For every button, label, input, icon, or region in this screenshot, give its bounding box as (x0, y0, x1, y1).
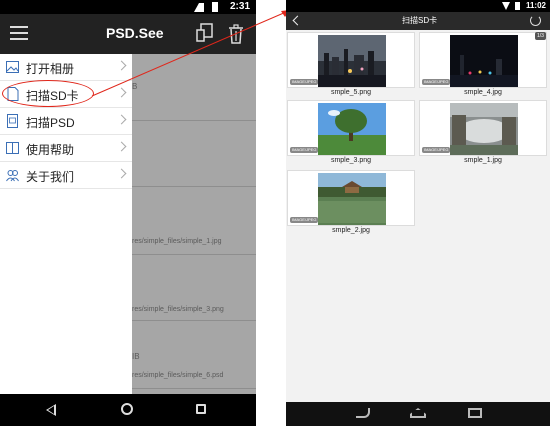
thumbnail-lake-pavilion (318, 173, 386, 225)
image-caption: smple_3.png (330, 157, 372, 164)
thumbnail-city-night (318, 35, 386, 87)
image-type-tag: IMAGE/JPEG (422, 79, 451, 85)
thumbnail-tree-field (318, 103, 386, 155)
back-icon[interactable] (356, 408, 370, 418)
recent-apps-icon[interactable] (196, 404, 206, 414)
drawer-item-label: 使用帮助 (26, 143, 75, 157)
image-card[interactable]: IMAGE/JPEG (419, 32, 547, 88)
image-type-tag: IMAGE/JPEG (290, 217, 319, 223)
system-nav-bar (286, 402, 550, 426)
battery-icon (515, 2, 520, 10)
status-time: 11:02 (525, 1, 546, 10)
home-icon[interactable] (410, 408, 426, 418)
drawer-item-label: 打开相册 (26, 62, 75, 76)
highlight-ellipse (2, 80, 94, 107)
drawer-item-label: 扫描PSD (26, 116, 75, 130)
back-icon[interactable] (46, 404, 56, 416)
recent-apps-icon[interactable] (468, 408, 482, 418)
chevron-right-icon (116, 141, 127, 152)
image-card[interactable]: IMAGE/JPEG (419, 100, 547, 156)
image-caption: smple_4.jpg (464, 89, 502, 96)
divider (132, 254, 256, 255)
thumbnail-night-skyline (450, 35, 518, 87)
divider (132, 120, 256, 121)
file-path: res/simple_files/simple_3.png (132, 306, 224, 313)
image-grid: IMAGE/JPEG smple_5.png IMAGE/JPEG smple_… (286, 30, 550, 402)
file-path: res/simple_files/simple_6.psd (132, 372, 224, 379)
chevron-right-icon (116, 114, 127, 125)
status-bar: 11:02 (286, 0, 550, 12)
thumbnail-waterfall (450, 103, 518, 155)
image-caption: smple_2.jpg (332, 227, 370, 234)
file-path: res/simple_files/simple_1.jpg (132, 238, 222, 245)
image-caption: smple_1.jpg (464, 157, 502, 164)
drawer-item-help[interactable]: 使用帮助 (0, 135, 132, 162)
image-card[interactable]: IMAGE/JPEG (287, 32, 415, 88)
divider (132, 388, 256, 389)
image-type-tag: IMAGE/JPEG (290, 147, 319, 153)
right-phone-screen: 11:02 扫描SD卡 IMAGE/JPEG smple_5.png IMAGE… (286, 0, 550, 426)
callout-arrow (91, 10, 290, 97)
page-title: 扫描SD卡 (402, 16, 438, 25)
image-caption: smple_5.png (330, 89, 372, 96)
image-type-tag: IMAGE/JPEG (422, 147, 451, 153)
drawer-item-label: 关于我们 (26, 170, 75, 184)
album-icon (6, 61, 19, 73)
help-book-icon (6, 142, 19, 154)
file-size: IB (132, 352, 140, 361)
chevron-right-icon (116, 168, 127, 179)
psd-icon (7, 114, 18, 128)
page-badge: 1/3 (535, 32, 546, 40)
image-card[interactable]: IMAGE/JPEG (287, 100, 415, 156)
image-type-tag: IMAGE/JPEG (290, 79, 319, 85)
people-icon (6, 170, 19, 182)
refresh-icon[interactable] (530, 15, 541, 26)
menu-icon[interactable] (10, 26, 28, 40)
back-arrow-icon[interactable] (292, 15, 303, 26)
drawer-item-about[interactable]: 关于我们 (0, 162, 132, 189)
home-icon[interactable] (121, 403, 133, 415)
app-bar: 扫描SD卡 (286, 12, 550, 30)
divider (132, 186, 256, 187)
image-card[interactable]: IMAGE/JPEG (287, 170, 415, 226)
divider (132, 320, 256, 321)
system-nav-bar (0, 394, 256, 426)
wifi-icon (502, 2, 510, 10)
drawer-item-scan-psd[interactable]: 扫描PSD (0, 108, 132, 135)
